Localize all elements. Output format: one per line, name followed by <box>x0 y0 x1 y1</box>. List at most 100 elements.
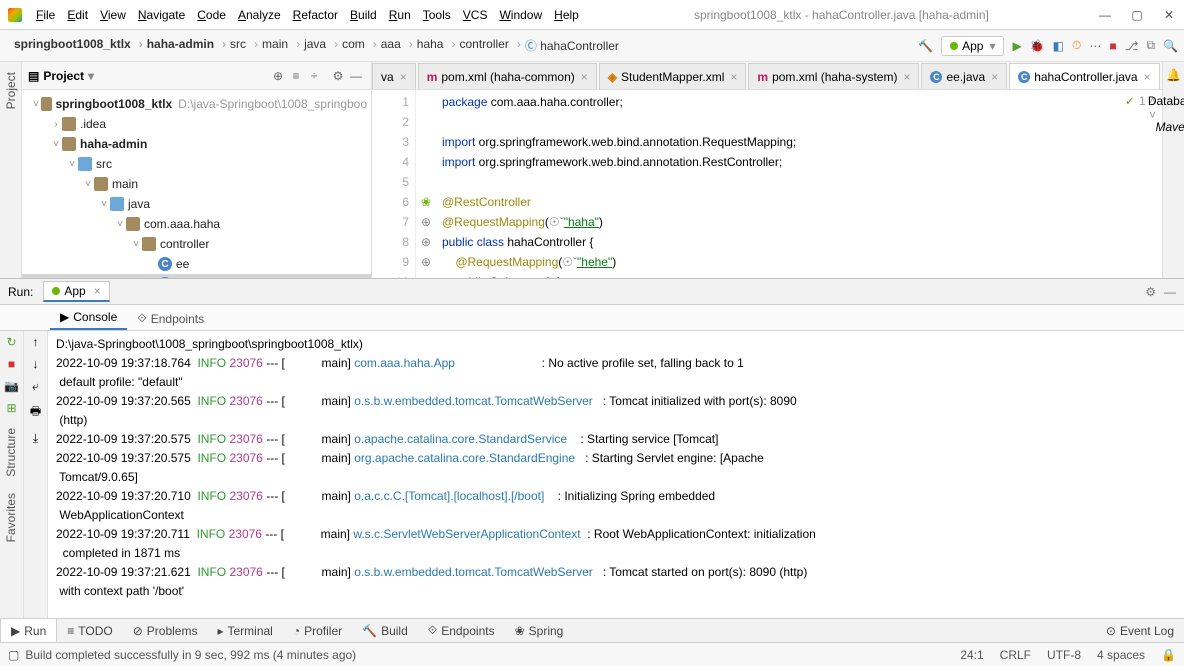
attach-icon[interactable]: ⋯ <box>1089 39 1101 53</box>
favorites-tab[interactable]: Favorites <box>0 485 22 550</box>
down-icon[interactable]: ↓ <box>33 357 39 371</box>
breadcrumb-item[interactable]: com <box>334 35 373 56</box>
tree-node[interactable]: ˅haha-admin <box>22 134 371 154</box>
breadcrumb-item[interactable]: springboot1008_ktlx <box>6 35 139 56</box>
indent[interactable]: 4 spaces <box>1097 648 1145 662</box>
tree-node[interactable]: ˅java <box>22 194 371 214</box>
tree-node[interactable]: ˅controller <box>22 234 371 254</box>
bottom-tab-terminal[interactable]: ▸ Terminal <box>207 619 282 642</box>
console-tab[interactable]: ▶ Console <box>50 306 127 330</box>
bottom-tab-endpoints[interactable]: ⟐ Endpoints <box>418 619 505 642</box>
profile-icon[interactable]: ⏱ <box>1072 38 1081 53</box>
menu-code[interactable]: Code <box>191 8 232 22</box>
menu-refactor[interactable]: Refactor <box>287 8 344 22</box>
maximize-button[interactable]: ▢ <box>1130 8 1144 22</box>
git-icon[interactable]: ⎇ <box>1125 39 1139 53</box>
run-icon[interactable]: ▶ <box>1012 39 1021 53</box>
code-area[interactable]: package com.aaa.haha.controller; import … <box>436 90 1112 278</box>
event-log-button[interactable]: ⊙ Event Log <box>1096 619 1184 642</box>
bottom-tab-todo[interactable]: ≡ TODO <box>57 619 122 642</box>
camera-icon[interactable]: 📷 <box>4 379 19 393</box>
menu-window[interactable]: Window <box>493 8 548 22</box>
tree-node[interactable]: ˅main <box>22 174 371 194</box>
debug-icon[interactable]: 🐞 <box>1030 39 1045 53</box>
menu-edit[interactable]: Edit <box>61 8 94 22</box>
structure-tab[interactable]: Structure <box>0 420 22 485</box>
hide-panel-icon[interactable]: — <box>347 69 365 83</box>
lock-icon[interactable]: 🔒 <box>1161 648 1176 662</box>
menu-view[interactable]: View <box>94 8 132 22</box>
breadcrumb-item[interactable]: haha-admin <box>139 35 222 56</box>
breadcrumb-item[interactable]: java <box>296 35 334 56</box>
menu-tools[interactable]: Tools <box>417 8 457 22</box>
notifications-icon[interactable]: 🔔 <box>1166 68 1181 82</box>
tree-node[interactable]: ›.idea <box>22 114 371 134</box>
tree-node[interactable]: ˅src <box>22 154 371 174</box>
close-tab-icon[interactable]: × <box>94 284 101 298</box>
endpoints-tab[interactable]: ⟐ Endpoints <box>127 307 214 330</box>
menu-build[interactable]: Build <box>344 8 383 22</box>
layout-icon[interactable]: ⊞ <box>6 401 16 415</box>
stop-icon[interactable]: ■ <box>8 357 15 371</box>
expand-icon[interactable]: ≡ <box>287 69 305 83</box>
line-ending[interactable]: CRLF <box>1000 648 1031 662</box>
editor-tab[interactable]: Cee.java× <box>921 63 1007 89</box>
menu-help[interactable]: Help <box>548 8 585 22</box>
tree-node[interactable]: Cee <box>22 254 371 274</box>
build-icon[interactable]: 🔨 <box>918 39 933 53</box>
console-output[interactable]: D:\java-Springboot\1008_springboot\sprin… <box>48 331 1184 618</box>
close-tab-icon[interactable]: × <box>581 70 588 84</box>
breadcrumb-item[interactable]: main <box>254 35 296 56</box>
close-tab-icon[interactable]: × <box>991 70 998 84</box>
breadcrumb-item[interactable]: src <box>222 35 254 56</box>
menu-navigate[interactable]: Navigate <box>132 8 191 22</box>
up-icon[interactable]: ↑ <box>33 335 39 349</box>
database-tab[interactable]: Database <box>1148 94 1184 108</box>
run-app-tab[interactable]: App × <box>43 281 109 302</box>
encoding[interactable]: UTF-8 <box>1047 648 1081 662</box>
project-tree[interactable]: ˅springboot1008_ktlxD:\java-Springboot\1… <box>22 90 371 278</box>
close-tab-icon[interactable]: × <box>903 70 910 84</box>
editor-tab[interactable]: mpom.xml (haha-common)× <box>418 63 597 89</box>
layout-icon[interactable]: ⧉ <box>1146 38 1155 53</box>
print-icon[interactable]: 🖶 <box>30 402 41 423</box>
bottom-tab-run[interactable]: ▶ Run <box>0 619 57 642</box>
breadcrumb-item[interactable]: controller <box>451 35 516 56</box>
close-button[interactable]: ✕ <box>1162 8 1176 22</box>
bottom-tab-profiler[interactable]: ◔ Profiler <box>283 619 352 642</box>
collapse-icon[interactable]: ÷ <box>305 69 323 83</box>
hide-icon[interactable]: — <box>1164 285 1176 299</box>
tree-node[interactable]: ˅com.aaa.haha <box>22 214 371 234</box>
scroll-icon[interactable]: ⤓ <box>33 431 38 446</box>
editor-tab[interactable]: ◈StudentMapper.xml× <box>599 63 747 89</box>
editor-tab[interactable]: mpom.xml (haha-system)× <box>748 63 919 89</box>
gear-icon[interactable]: ⚙ <box>329 69 347 83</box>
rerun-icon[interactable]: ↻ <box>6 335 16 349</box>
bottom-tab-build[interactable]: 🔨 Build <box>352 619 418 642</box>
close-tab-icon[interactable]: × <box>730 70 737 84</box>
menu-vcs[interactable]: VCS <box>457 8 494 22</box>
bottom-tab-spring[interactable]: ❀ Spring <box>505 619 574 642</box>
breadcrumb-item[interactable]: Ⓒ hahaController <box>517 35 627 56</box>
stop-icon[interactable]: ■ <box>1109 39 1116 53</box>
cursor-position[interactable]: 24:1 <box>960 648 983 662</box>
menu-run[interactable]: Run <box>383 8 417 22</box>
minimize-button[interactable]: — <box>1098 8 1112 22</box>
run-config-selector[interactable]: App ▾ <box>941 36 1004 56</box>
editor-tab[interactable]: ChahaController.java× <box>1009 63 1159 89</box>
breadcrumb-item[interactable]: haha <box>409 35 452 56</box>
tree-node[interactable]: ˅springboot1008_ktlxD:\java-Springboot\1… <box>22 94 371 114</box>
breadcrumb-item[interactable]: aaa <box>373 35 409 56</box>
menu-file[interactable]: File <box>30 8 61 22</box>
status-icon[interactable]: ▢ <box>8 648 19 662</box>
select-opened-icon[interactable]: ⊕ <box>269 69 287 83</box>
inspection-widget[interactable]: ✓1 ˄ ˅ <box>1112 90 1162 278</box>
editor-tab[interactable]: va× <box>372 63 416 89</box>
project-panel-title[interactable]: ▤ Project ▾ <box>28 69 269 83</box>
menu-analyze[interactable]: Analyze <box>232 8 287 22</box>
project-tab[interactable]: Project <box>4 68 18 113</box>
gear-icon[interactable]: ⚙ <box>1145 285 1156 299</box>
close-tab-icon[interactable]: × <box>1144 70 1151 84</box>
close-tab-icon[interactable]: × <box>400 70 407 84</box>
bottom-tab-problems[interactable]: ⊘ Problems <box>123 619 208 642</box>
